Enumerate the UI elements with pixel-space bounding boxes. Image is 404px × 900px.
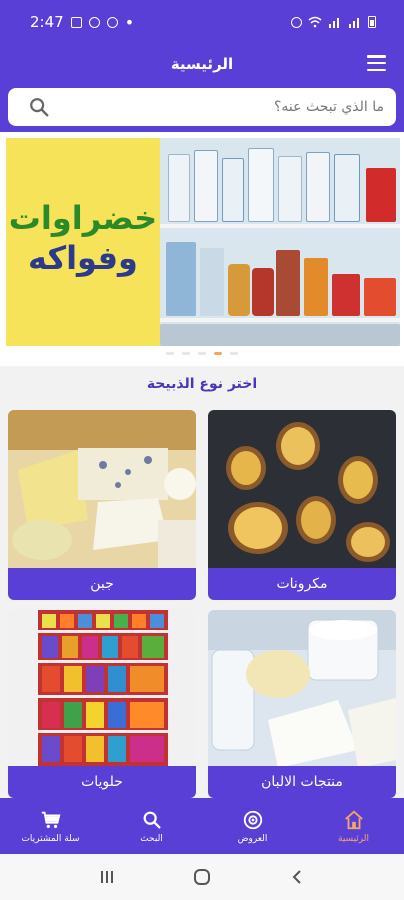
- page-title: الرئيسية: [170, 55, 234, 73]
- whatsapp-icon: [88, 16, 100, 28]
- status-bar: 2:47 •: [0, 0, 404, 44]
- alarm-icon: [291, 16, 302, 28]
- category-label: جبن: [8, 568, 196, 600]
- nav-home[interactable]: الرئيسية: [303, 798, 404, 854]
- nav-home-label: الرئيسية: [338, 833, 369, 844]
- bottom-navigation: الرئيسية العروض البحث سلة المشتريات: [0, 798, 404, 854]
- title-bar: الرئيسية: [0, 44, 404, 84]
- pagination-dot[interactable]: [230, 352, 238, 355]
- search-input[interactable]: ما الذي تبحث عنه؟: [8, 88, 396, 126]
- dairy-image: [208, 610, 396, 768]
- category-card-cheese[interactable]: جبن: [8, 410, 196, 600]
- home-button-icon[interactable]: [187, 862, 217, 892]
- banner-shelf-image: [160, 138, 400, 346]
- category-card-pasta[interactable]: مكرونات: [208, 410, 396, 600]
- pagination-dot[interactable]: [182, 352, 190, 355]
- search-icon: [143, 811, 161, 829]
- nav-cart[interactable]: سلة المشتريات: [0, 798, 101, 854]
- category-label: مكرونات: [208, 568, 396, 600]
- pagination-dot-active[interactable]: [214, 352, 222, 355]
- category-label: حلويات: [8, 766, 196, 798]
- search-icon[interactable]: [28, 96, 50, 118]
- section-title: اختر نوع الذبيحة: [146, 376, 258, 392]
- signal-icon: [329, 18, 339, 28]
- recent-apps-icon[interactable]: [92, 862, 122, 892]
- app-header: 2:47 • الرئيسية ما الذي تبحث عنه؟: [0, 0, 404, 132]
- pasta-image: [208, 410, 396, 568]
- home-icon: [344, 810, 363, 829]
- nav-search-label: البحث: [140, 833, 163, 844]
- nav-offers-label: العروض: [237, 833, 268, 844]
- categories-section: اختر نوع الذبيحة جبن مكرونات حلويات منتج…: [0, 366, 404, 798]
- messenger-icon: [106, 16, 118, 28]
- pagination-dot[interactable]: [166, 352, 174, 355]
- nav-search[interactable]: البحث: [101, 798, 202, 854]
- banner-line-2: وفواكه: [28, 239, 138, 277]
- banner-line-1: خضراوات: [8, 199, 158, 237]
- system-navigation-bar: [0, 854, 404, 900]
- pagination-dot[interactable]: [198, 352, 206, 355]
- more-dot-icon: •: [124, 12, 135, 32]
- nav-offers[interactable]: العروض: [202, 798, 303, 854]
- promo-banner[interactable]: خضراوات وفواكه: [6, 138, 400, 346]
- sweets-image: [8, 610, 196, 768]
- banner-pagination: [0, 352, 404, 355]
- menu-icon[interactable]: [367, 55, 386, 71]
- signal-2-icon: [349, 18, 359, 28]
- status-time: 2:47: [30, 13, 64, 31]
- banner-text: خضراوات وفواكه: [6, 198, 160, 278]
- cart-icon: [41, 811, 60, 828]
- search-placeholder: ما الذي تبحث عنه؟: [274, 99, 384, 115]
- cheese-image: [8, 410, 196, 568]
- category-label: منتجات الالبان: [208, 766, 396, 798]
- wifi-icon: [308, 16, 322, 28]
- battery-icon: [368, 16, 376, 28]
- offers-icon: [243, 810, 262, 829]
- category-card-dairy[interactable]: منتجات الالبان: [208, 610, 396, 798]
- category-card-sweets[interactable]: حلويات: [8, 610, 196, 798]
- gallery-icon: [70, 16, 82, 28]
- nav-cart-label: سلة المشتريات: [21, 833, 80, 844]
- back-icon[interactable]: [282, 862, 312, 892]
